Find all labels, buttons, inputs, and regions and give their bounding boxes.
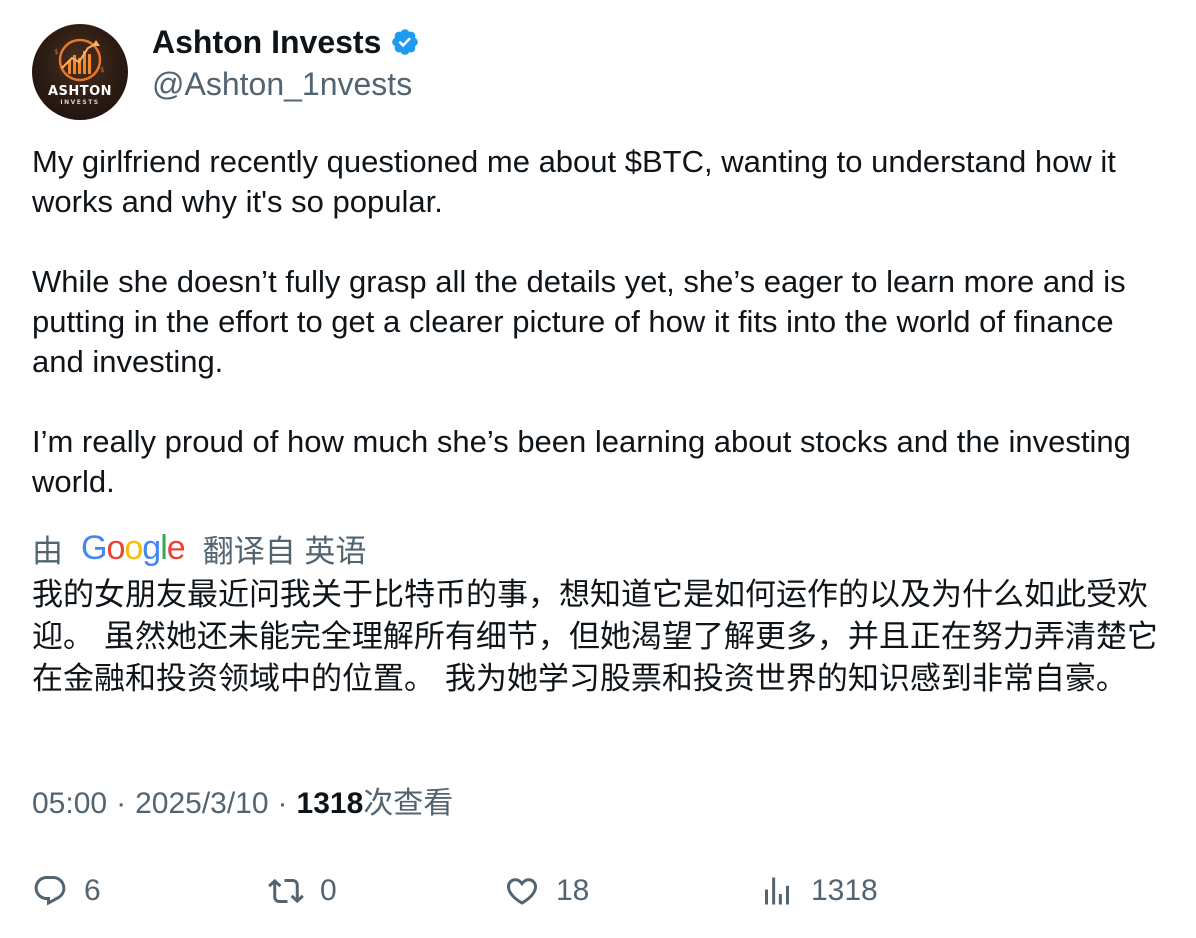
reply-button[interactable]: 6 bbox=[32, 866, 101, 916]
views-button[interactable]: 1318 bbox=[759, 866, 878, 916]
author-names: Ashton Invests @Ashton_1nvests bbox=[152, 24, 420, 103]
translation-suffix: 翻译自 英语 bbox=[202, 533, 367, 569]
avatar[interactable]: $ $ ASHTON INVESTS bbox=[32, 24, 128, 120]
action-bar: 6 0 18 1318 bbox=[32, 866, 1172, 916]
tweet-meta: 05:00 · 2025/3/10 · 1318 次查看 bbox=[32, 784, 453, 824]
tweet-time[interactable]: 05:00 bbox=[32, 784, 107, 824]
author-handle[interactable]: @Ashton_1nvests bbox=[152, 66, 420, 103]
translation-attribution: 由 Google 翻译自 英语 bbox=[32, 526, 366, 570]
meta-separator: · bbox=[116, 787, 127, 820]
svg-text:$: $ bbox=[54, 48, 58, 56]
tweet-date[interactable]: 2025/3/10 bbox=[135, 784, 268, 824]
verified-badge-icon[interactable] bbox=[390, 27, 420, 57]
tweet-header: $ $ ASHTON INVESTS Ashton Invests @Ashto… bbox=[32, 24, 420, 120]
translated-text: 我的女朋友最近问我关于比特币的事，想知道它是如何运作的以及为什么如此受欢迎。 虽… bbox=[32, 577, 1158, 697]
tweet-body: My girlfriend recently questioned me abo… bbox=[32, 142, 1172, 502]
like-count: 18 bbox=[556, 874, 590, 907]
heart-icon bbox=[504, 873, 540, 909]
reply-count: 6 bbox=[84, 874, 101, 907]
views-label: 次查看 bbox=[363, 787, 454, 820]
meta-separator: · bbox=[277, 787, 288, 820]
repost-button[interactable]: 0 bbox=[268, 866, 337, 916]
avatar-brand: ASHTON bbox=[47, 84, 113, 99]
google-logo: Google bbox=[81, 528, 186, 567]
tweet-paragraph: While she doesn’t fully grasp all the de… bbox=[32, 264, 1126, 379]
repost-icon bbox=[268, 873, 304, 909]
like-button[interactable]: 18 bbox=[504, 866, 589, 916]
translation-prefix: 由 bbox=[32, 533, 63, 569]
reply-icon bbox=[32, 873, 68, 909]
display-name-row: Ashton Invests bbox=[152, 24, 420, 60]
display-name[interactable]: Ashton Invests bbox=[152, 24, 381, 61]
repost-count: 0 bbox=[320, 874, 337, 907]
tweet-paragraph: I’m really proud of how much she’s been … bbox=[32, 424, 1131, 499]
tweet-paragraph: My girlfriend recently questioned me abo… bbox=[32, 144, 1116, 219]
analytics-icon bbox=[759, 873, 795, 909]
svg-text:$: $ bbox=[100, 66, 104, 74]
avatar-brand-sub: INVESTS bbox=[60, 99, 100, 106]
views-count: 1318 bbox=[296, 787, 364, 820]
views-action-count: 1318 bbox=[811, 874, 878, 907]
